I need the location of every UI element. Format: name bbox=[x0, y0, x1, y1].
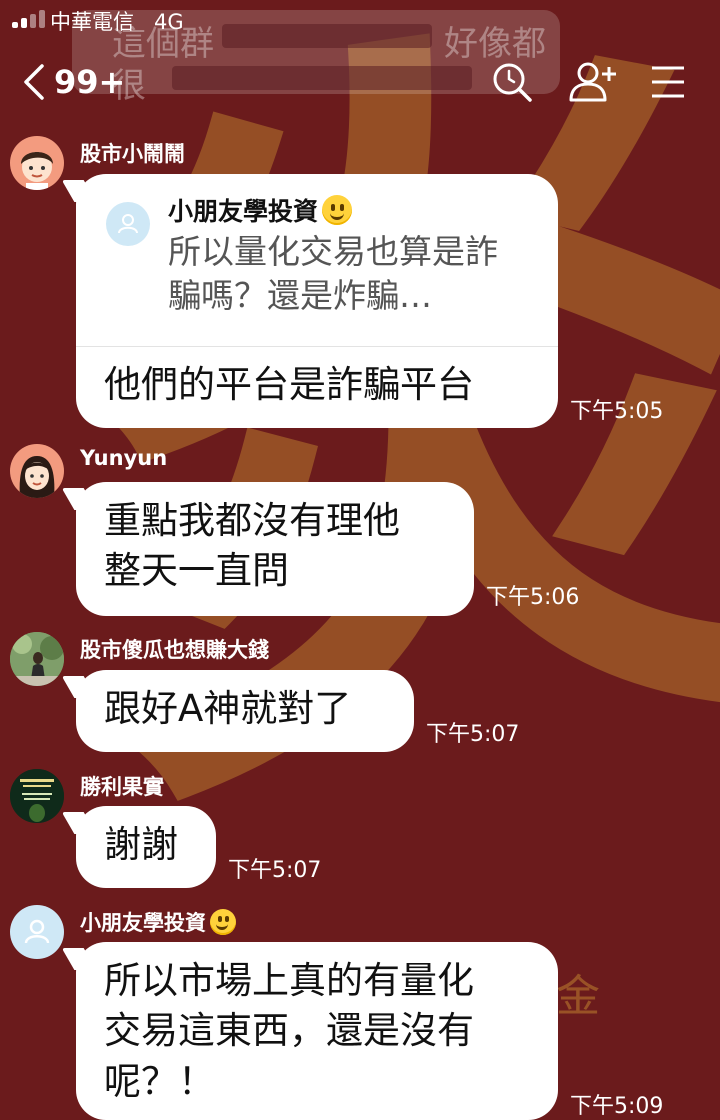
signal-strength-icon bbox=[12, 10, 46, 28]
message-time: 下午5:06 bbox=[486, 585, 580, 610]
message-bubble[interactable]: 所以市場上真的有量化 交易這東西，還是沒有 呢？！ bbox=[76, 942, 558, 1120]
sender-name: 股市傻瓜也想賺大錢 bbox=[80, 638, 269, 662]
cartoon-boy-avatar-icon bbox=[21, 152, 53, 190]
message-text: 跟好A神就對了 bbox=[104, 687, 352, 730]
reply-author: 小朋友學投資 bbox=[168, 192, 353, 228]
user-default-icon bbox=[106, 202, 150, 246]
carrier-name: 中華電信 4G bbox=[50, 10, 184, 34]
photo-avatar-icon bbox=[10, 632, 64, 686]
avatar[interactable] bbox=[10, 905, 64, 959]
avatar[interactable] bbox=[10, 136, 64, 190]
message-text: 重點我都沒有理他 整天一直問 bbox=[104, 499, 400, 593]
search-button[interactable] bbox=[490, 60, 534, 104]
user-default-icon bbox=[24, 919, 50, 944]
hamburger-menu-icon bbox=[650, 60, 686, 104]
chat-header: 99+ bbox=[0, 44, 720, 120]
message-text: 謝謝 bbox=[104, 823, 178, 866]
message-text: 他們的平台是詐騙平台 bbox=[104, 363, 474, 406]
status-bar: 中華電信 4G bbox=[0, 0, 720, 40]
photo-avatar-icon bbox=[10, 769, 64, 823]
wallpaper-small-glyph: 金 bbox=[556, 971, 600, 1022]
smile-emoji-icon bbox=[210, 909, 236, 935]
avatar[interactable] bbox=[10, 632, 64, 686]
smile-emoji-icon bbox=[322, 195, 353, 225]
message-time: 下午5:07 bbox=[426, 722, 520, 747]
add-user-icon bbox=[568, 60, 618, 104]
sender-name: 小朋友學投資 bbox=[80, 907, 236, 937]
avatar[interactable] bbox=[10, 444, 64, 498]
message-time: 下午5:05 bbox=[570, 399, 664, 424]
search-icon bbox=[490, 60, 534, 104]
menu-button[interactable] bbox=[650, 60, 686, 104]
add-friend-button[interactable] bbox=[568, 60, 618, 104]
divider bbox=[76, 346, 558, 347]
back-button[interactable]: 99+ bbox=[22, 60, 125, 104]
message-bubble[interactable]: 小朋友學投資 所以量化交易也算是詐騙嗎？還是炸騙… 他們的平台是詐騙平台 bbox=[76, 174, 558, 428]
cartoon-girl-avatar-icon bbox=[19, 456, 55, 498]
sender-name: Yunyun bbox=[80, 446, 168, 470]
chevron-left-icon bbox=[22, 62, 46, 102]
message-bubble[interactable]: 跟好A神就對了 bbox=[76, 670, 414, 752]
message-bubble[interactable]: 謝謝 bbox=[76, 806, 216, 888]
reply-text: 所以量化交易也算是詐騙嗎？還是炸騙… bbox=[168, 232, 498, 315]
message-time: 下午5:09 bbox=[570, 1094, 664, 1119]
unread-count: 99+ bbox=[54, 63, 126, 101]
message-bubble[interactable]: 重點我都沒有理他 整天一直問 bbox=[76, 482, 474, 616]
message-time: 下午5:07 bbox=[228, 858, 322, 883]
sender-name: 股市小鬧鬧 bbox=[80, 142, 185, 166]
sender-name: 勝利果實 bbox=[80, 775, 164, 799]
message-text: 所以市場上真的有量化 交易這東西，還是沒有 呢？！ bbox=[104, 959, 474, 1103]
avatar[interactable] bbox=[10, 769, 64, 823]
